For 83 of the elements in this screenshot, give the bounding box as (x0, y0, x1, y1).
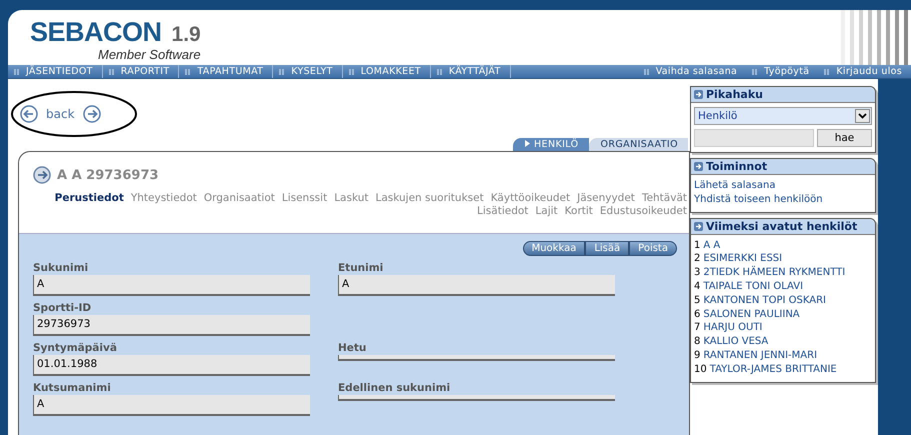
nav-link[interactable]: Vaihda salasana (638, 65, 746, 78)
field-label: Etunimi (338, 261, 384, 275)
arrow-right-icon (694, 222, 703, 231)
type-select[interactable]: Henkilö (694, 107, 872, 125)
field-label: Syntymäpäivä (33, 341, 118, 355)
caret-icon (525, 140, 530, 147)
nav-item[interactable]: TAPAHTUMAT (179, 65, 274, 78)
list-number: 7 (694, 321, 700, 336)
entity-tab[interactable]: ORGANISAATIO (588, 138, 688, 151)
subtab[interactable]: Käyttöoikeudet (490, 192, 570, 205)
input-field[interactable] (338, 355, 615, 361)
person-link[interactable]: ESIMERKKI ESSI (703, 252, 782, 266)
list-number: 4 (694, 280, 700, 294)
subtab[interactable]: Lisenssit (282, 192, 328, 205)
subtab[interactable]: Organisaatiot (204, 192, 275, 205)
list-number: 5 (694, 294, 700, 308)
dropdown-icon[interactable] (855, 109, 870, 123)
panel-title: Pikahaku (706, 88, 763, 101)
input-field[interactable] (338, 395, 615, 401)
panel-title: Toiminnot (706, 160, 768, 173)
subtab[interactable]: Yhteystiedot (130, 192, 197, 205)
person-link[interactable]: KANTONEN TOPI OSKARI (703, 294, 826, 308)
arrow-right-icon (694, 90, 703, 99)
logo-text: SEBACON (30, 18, 162, 46)
person-link[interactable]: KALLIO VESA (703, 335, 768, 349)
person-link[interactable]: 2TIEDK HÄMEEN RYKMENTTI (703, 266, 846, 280)
search-button[interactable]: hae (817, 129, 872, 147)
nav-link[interactable]: Työpöytä (746, 65, 818, 78)
nav-item[interactable]: JÄSENTIEDOT (8, 65, 103, 78)
header-stripes (841, 10, 911, 65)
input-field[interactable]: A (33, 395, 310, 416)
subtab[interactable]: Lajit (535, 205, 558, 218)
action-button[interactable]: Poista (629, 241, 677, 256)
action-button[interactable]: Lisää (585, 241, 630, 256)
entity-tab[interactable]: HENKILÖ (513, 138, 589, 151)
subtab[interactable]: Jäsenyydet (577, 192, 635, 205)
search-field[interactable] (694, 129, 814, 147)
record-title: A A 29736973 (57, 168, 159, 182)
subtab[interactable]: Tehtävät (642, 192, 687, 205)
subtab[interactable]: Edustusoikeudet (600, 205, 687, 218)
arrow-left-icon[interactable] (20, 105, 38, 123)
field-label: Sportti-ID (33, 301, 92, 315)
input-field[interactable]: 29736973 (33, 315, 310, 336)
subtab[interactable]: Laskut (334, 192, 368, 205)
list-number: 2 (694, 252, 700, 266)
action-link[interactable]: Yhdistä toiseen henkilöön (694, 192, 872, 207)
action-button[interactable]: Muokkaa (522, 241, 586, 256)
subtab[interactable]: Laskujen suoritukset (375, 192, 484, 205)
list-number: 10 (694, 362, 707, 377)
input-field[interactable]: A (33, 275, 310, 296)
person-link[interactable]: RANTANEN JENNI-MARI (703, 348, 818, 363)
version-text: 1.9 (172, 23, 201, 47)
nav-item[interactable]: KYSELYT (273, 65, 343, 78)
subtab[interactable]: Lisätiedot (477, 205, 528, 218)
input-field[interactable]: A (338, 275, 615, 296)
person-link[interactable]: TAYLOR-JAMES BRITTANIE (710, 362, 837, 377)
list-number: 9 (694, 348, 700, 363)
nav-item[interactable]: KÄYTTÄJÄT (430, 65, 511, 78)
list-number: 6 (694, 308, 700, 322)
person-link[interactable]: SALONEN PAULIINA (703, 308, 800, 322)
list-number: 8 (694, 335, 700, 349)
field-label: Kutsumanimi (33, 381, 112, 395)
nav-item[interactable]: LOMAKKEET (342, 65, 431, 78)
nav-item[interactable]: RAPORTIT (102, 65, 180, 78)
arrow-right-icon (33, 166, 51, 184)
field-label: Hetu (338, 341, 368, 355)
person-link[interactable]: TAIPALE TONI OLAVI (703, 280, 804, 294)
logo-subtitle: Member Software (98, 47, 201, 62)
arrow-right-icon[interactable] (82, 105, 101, 123)
back-link[interactable]: back (46, 107, 75, 121)
list-number: 1 (694, 238, 700, 252)
arrow-right-icon (694, 162, 703, 171)
field-label: Edellinen sukunimi (338, 381, 452, 395)
action-link[interactable]: Lähetä salasana (694, 179, 872, 193)
person-link[interactable]: HARJU OUTI (703, 321, 762, 336)
person-link[interactable]: A A (703, 238, 720, 252)
panel-title: Viimeksi avatut henkilöt (706, 220, 858, 233)
nav-link[interactable]: Kirjaudu ulos (818, 65, 911, 78)
field-label: Sukunimi (33, 261, 90, 275)
subtab[interactable]: Perustiedot (54, 192, 124, 205)
input-field[interactable]: 01.01.1988 (33, 355, 310, 376)
list-number: 3 (694, 266, 700, 280)
subtab[interactable]: Kortit (564, 205, 593, 218)
